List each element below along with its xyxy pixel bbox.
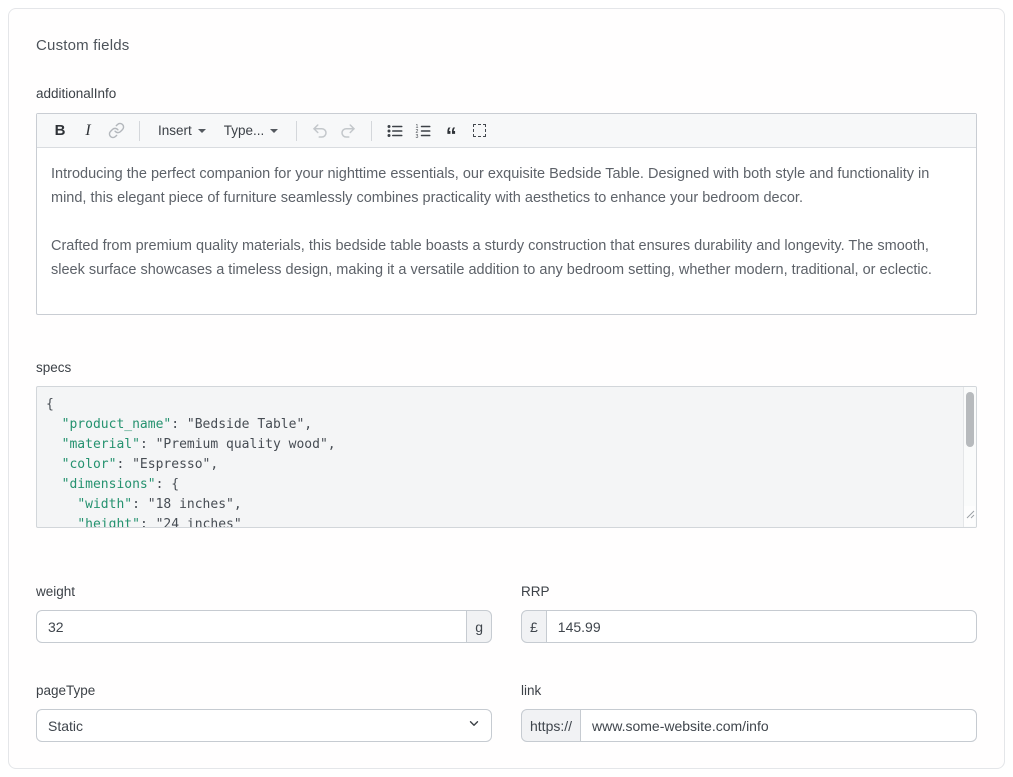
italic-button[interactable]: I: [75, 118, 101, 144]
specs-label: specs: [36, 360, 977, 375]
insert-menu-label: Insert: [158, 123, 192, 138]
code-line: "product_name": "Bedside Table",: [46, 415, 956, 435]
fields-grid: weight g RRP £ pageType Static: [36, 584, 977, 742]
redo-button[interactable]: [335, 118, 361, 144]
weight-label: weight: [36, 584, 492, 599]
code-line: "width": "18 inches",: [46, 495, 956, 515]
numbered-list-icon: 123: [414, 122, 432, 140]
code-line: "dimensions": {: [46, 475, 956, 495]
svg-text:3: 3: [416, 133, 419, 139]
card-title: Custom fields: [36, 37, 977, 54]
numbered-list-button[interactable]: 123: [410, 118, 436, 144]
code-line: "material": "Premium quality wood",: [46, 435, 956, 455]
editor-paragraph: Crafted from premium quality materials, …: [51, 234, 962, 282]
rrp-field: RRP £: [521, 584, 977, 643]
undo-icon: [311, 122, 329, 140]
blockquote-button[interactable]: “: [438, 118, 464, 144]
code-line: "height": "24 inches": [46, 515, 956, 528]
format-menu-button[interactable]: Type...: [216, 118, 287, 144]
specs-code: { "product_name": "Bedside Table", "mate…: [46, 395, 956, 528]
toolbar-divider: [296, 121, 297, 141]
page-type-label: pageType: [36, 683, 492, 698]
rrp-input[interactable]: [546, 610, 977, 643]
specs-code-editor[interactable]: { "product_name": "Bedside Table", "mate…: [36, 386, 977, 528]
page-type-select[interactable]: Static: [36, 709, 492, 742]
bold-button[interactable]: B: [47, 118, 73, 144]
code-line: "color": "Espresso",: [46, 455, 956, 475]
editor-toolbar: B I Insert Type...: [37, 114, 976, 148]
weight-input[interactable]: [36, 610, 467, 643]
weight-field: weight g: [36, 584, 492, 643]
dashed-square-button[interactable]: [466, 118, 492, 144]
code-line: {: [46, 395, 956, 415]
editor-paragraph: Introducing the perfect companion for yo…: [51, 162, 962, 210]
link-button[interactable]: [103, 118, 129, 144]
dashed-square-icon: [473, 124, 486, 137]
link-field: link https://: [521, 683, 977, 742]
link-input[interactable]: [580, 709, 977, 742]
toolbar-divider: [139, 121, 140, 141]
caret-down-icon: [198, 129, 206, 133]
additional-info-label: additionalInfo: [36, 86, 977, 101]
format-menu-label: Type...: [224, 123, 265, 138]
rich-text-editor: B I Insert Type...: [36, 113, 977, 315]
page-type-field: pageType Static: [36, 683, 492, 742]
currency-addon: £: [521, 610, 547, 643]
toolbar-divider: [371, 121, 372, 141]
resize-grip-icon[interactable]: [964, 506, 975, 526]
scrollbar-thumb[interactable]: [966, 392, 974, 447]
editor-content[interactable]: Introducing the perfect companion for yo…: [37, 148, 976, 314]
rrp-label: RRP: [521, 584, 977, 599]
caret-down-icon: [270, 129, 278, 133]
weight-unit-addon: g: [466, 610, 492, 643]
bullet-list-icon: [386, 122, 404, 140]
link-icon: [108, 122, 125, 139]
link-label: link: [521, 683, 977, 698]
redo-icon: [339, 122, 357, 140]
custom-fields-card: Custom fields additionalInfo B I Insert …: [8, 8, 1005, 769]
insert-menu-button[interactable]: Insert: [150, 118, 214, 144]
protocol-addon: https://: [521, 709, 581, 742]
bullet-list-button[interactable]: [382, 118, 408, 144]
undo-button[interactable]: [307, 118, 333, 144]
